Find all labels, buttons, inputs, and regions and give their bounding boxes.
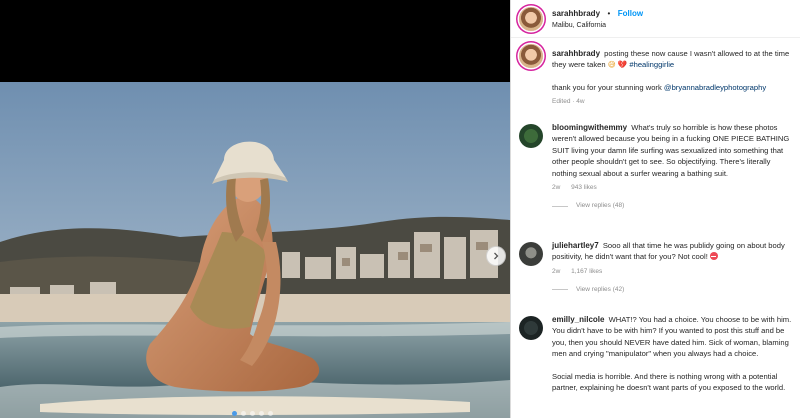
follow-button[interactable]: Follow xyxy=(618,9,643,18)
comments-list[interactable]: sarahhbrady posting these now cause I wa… xyxy=(511,42,800,393)
view-replies-button[interactable]: View replies (42) xyxy=(552,284,793,295)
view-replies-button[interactable]: View replies (48) xyxy=(552,200,793,211)
caption-thanks: thank you for your stunning work xyxy=(552,82,662,92)
view-replies-label: View replies (48) xyxy=(576,202,625,210)
caption-hashtag[interactable]: #healinggirlie xyxy=(629,60,674,69)
no-entry-emoji xyxy=(709,252,718,261)
comment-item: emilly_nilcole WHAT!? You had a choice. … xyxy=(511,314,800,393)
commenter-avatar[interactable] xyxy=(519,316,543,340)
photographer-mention[interactable]: @bryannabradleyphotography xyxy=(664,83,766,92)
instagram-post-view: sarahhbrady • Follow Malibu, California … xyxy=(0,0,800,418)
caption-edited: Edited · 4w xyxy=(552,98,585,106)
broken-heart-emoji: 💔 xyxy=(617,60,628,70)
post-side-panel: sarahhbrady • Follow Malibu, California … xyxy=(510,0,800,418)
replies-divider xyxy=(552,289,568,291)
post-caption: sarahhbrady posting these now cause I wa… xyxy=(511,42,800,112)
post-header: sarahhbrady • Follow Malibu, California xyxy=(511,0,800,38)
replies-divider xyxy=(552,205,568,207)
sweat-smile-emoji: 😅 xyxy=(607,60,616,70)
comment-username[interactable]: emilly_nilcole xyxy=(552,315,604,324)
caption-username[interactable]: sarahhbrady xyxy=(552,49,600,58)
carousel-dot xyxy=(259,411,264,416)
comment-item: bloomingwithemmy What's truly so horribl… xyxy=(511,122,800,240)
comment-username[interactable]: juliehartley7 xyxy=(552,241,599,250)
separator-dot: • xyxy=(607,8,611,18)
post-media[interactable] xyxy=(0,0,510,418)
carousel-indicator xyxy=(232,411,273,416)
comment-text-continued: Social media is horrible. And there is n… xyxy=(552,371,786,393)
carousel-dot xyxy=(241,411,246,416)
carousel-dot xyxy=(250,411,255,416)
chevron-right-icon xyxy=(494,252,499,260)
comment-likes[interactable]: 1,167 likes xyxy=(571,268,602,275)
next-slide-button[interactable] xyxy=(486,246,506,266)
post-location[interactable]: Malibu, California xyxy=(552,20,643,32)
author-avatar[interactable] xyxy=(519,6,543,31)
view-replies-label: View replies (42) xyxy=(576,286,625,294)
commenter-avatar[interactable] xyxy=(519,242,543,266)
carousel-dot-active xyxy=(232,411,237,416)
comment-time: 2w xyxy=(552,184,561,192)
carousel-dot xyxy=(268,411,273,416)
post-photo xyxy=(0,82,510,418)
comment-username[interactable]: bloomingwithemmy xyxy=(552,123,627,132)
comment-likes[interactable]: 943 likes xyxy=(571,184,597,191)
comment-time: 2w xyxy=(552,267,561,275)
commenter-avatar[interactable] xyxy=(519,124,543,148)
caption-author-avatar[interactable] xyxy=(519,44,543,68)
comment-item: juliehartley7 Sooo all that time he was … xyxy=(511,240,800,310)
author-username[interactable]: sarahhbrady xyxy=(552,9,600,18)
